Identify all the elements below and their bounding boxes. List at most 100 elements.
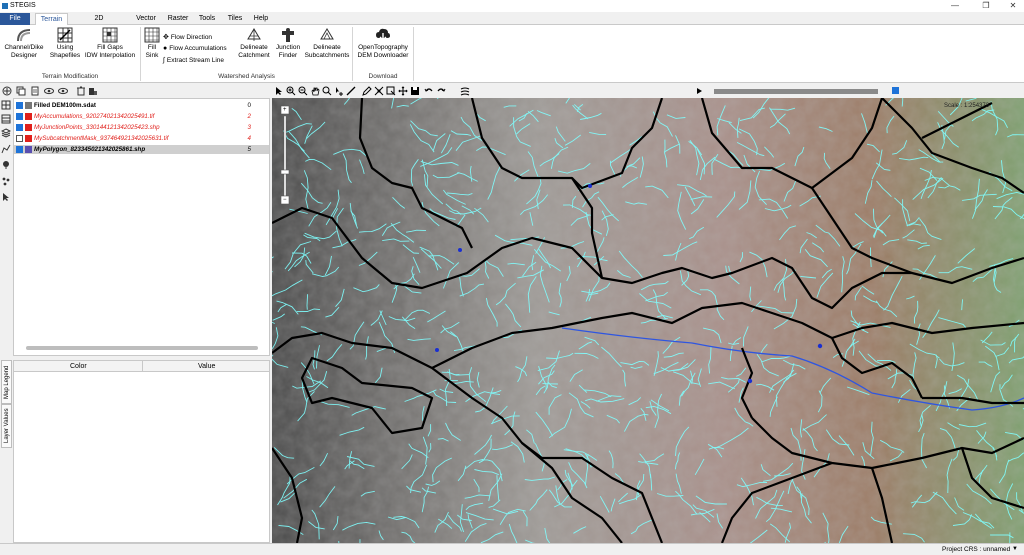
copy-icon[interactable] — [16, 86, 26, 96]
play-icon[interactable] — [694, 86, 704, 96]
layer-values-tab[interactable]: Layer Values — [1, 404, 12, 448]
channel-dike-label-2: Designer — [10, 51, 37, 59]
layer-row[interactable]: MyPolygon_823345021342025861.shp 5 — [14, 145, 269, 154]
tab-help[interactable]: Help — [251, 13, 271, 25]
select-arrow-icon[interactable] — [274, 86, 284, 96]
delineate-catchment-button[interactable]: Delineate Catchment — [237, 27, 271, 59]
layer-visibility-checkbox[interactable] — [16, 102, 23, 109]
zoom-extent-icon[interactable] — [322, 86, 332, 96]
opentopography-label-1: OpenTopography — [358, 44, 408, 51]
maximize-button[interactable]: ❐ — [975, 0, 997, 12]
add-point-icon[interactable] — [334, 86, 344, 96]
delineate-catchment-label-1: Delineate — [240, 44, 268, 51]
crs-dropdown-icon[interactable]: ▼ — [1012, 546, 1018, 552]
tab-vector[interactable]: Vector — [133, 13, 159, 25]
zoom-out-button-glyph[interactable]: − — [283, 197, 287, 203]
draw-line-icon[interactable] — [346, 86, 356, 96]
table-icon[interactable] — [1, 114, 11, 124]
layer-stack-icon[interactable] — [1, 128, 11, 138]
layer-properties-icon[interactable] — [88, 86, 98, 96]
layer-visibility-checkbox[interactable] — [16, 146, 23, 153]
undo-icon[interactable] — [424, 86, 434, 96]
layer-visibility-checkbox[interactable] — [16, 113, 23, 120]
delete-icon[interactable] — [76, 86, 86, 96]
move-icon[interactable] — [398, 86, 408, 96]
edit-pencil-icon[interactable] — [362, 86, 372, 96]
pin-icon[interactable] — [1, 160, 11, 170]
layer-row[interactable]: MyAccumulations_920274021342025491.tif 2 — [14, 112, 269, 121]
redo-icon[interactable] — [436, 86, 446, 96]
add-layer-icon[interactable] — [2, 86, 12, 96]
channel-dike-designer-button[interactable]: Channel/Dike Designer — [3, 27, 45, 59]
layer-name: Filled DEM100m.sdat — [34, 102, 96, 109]
layer-toolbar — [0, 84, 270, 98]
flow-direction-icon: ✥ — [163, 34, 169, 41]
duplicate-icon[interactable] — [30, 86, 40, 96]
layers-grid-icon[interactable] — [1, 100, 11, 110]
flow-direction-label: Flow Direction — [170, 33, 213, 41]
tab-tools[interactable]: Tools — [196, 13, 218, 25]
eye-hide-icon[interactable] — [58, 86, 68, 96]
points-icon[interactable] — [1, 176, 11, 186]
flow-direction-button[interactable]: ✥ Flow Direction — [163, 33, 213, 42]
layer-type-icon — [25, 135, 32, 142]
project-crs-status[interactable]: Project CRS : unnamed — [942, 546, 1010, 553]
animation-checkbox[interactable] — [892, 87, 899, 94]
junction-finder-button[interactable]: Junction Finder — [272, 27, 304, 59]
zoom-in-icon[interactable] — [286, 86, 296, 96]
layer-visibility-checkbox[interactable] — [16, 124, 23, 131]
tab-tiles[interactable]: Tiles — [225, 13, 245, 25]
map-svg — [272, 98, 1024, 543]
layer-index: 2 — [247, 113, 251, 120]
layer-panel-scrollbar[interactable] — [26, 346, 258, 350]
zoom-in-button-glyph[interactable]: + — [283, 107, 287, 113]
using-shapefiles-button[interactable]: Using Shapefiles — [48, 27, 82, 59]
node-select-icon[interactable] — [386, 86, 396, 96]
flow-lines-icon[interactable] — [460, 86, 470, 96]
graph-icon[interactable] — [1, 144, 11, 154]
status-bar: Project CRS : unnamed ▼ — [0, 543, 1024, 555]
legend-value-header: Value — [198, 363, 216, 370]
eye-show-icon[interactable] — [44, 86, 54, 96]
channel-icon — [17, 29, 31, 42]
channel-dike-label-1: Channel/Dike — [4, 44, 44, 51]
stream-segment — [306, 294, 309, 310]
map-legend-tab[interactable]: Map Legend — [1, 360, 12, 404]
animation-slider-track[interactable] — [714, 89, 878, 94]
fill-sink-icon — [144, 27, 160, 43]
scale-readout: Scale : 1:254373 — [944, 103, 990, 109]
junction-finder-label-1: Junction — [275, 44, 301, 51]
subcatchment-icon — [320, 28, 334, 40]
opentopography-dem-downloader-button[interactable]: OpenTopography DEM Downloader — [355, 27, 411, 59]
tab-2d-computations[interactable]: 2D Computations — [72, 13, 126, 34]
layer-visibility-checkbox[interactable] — [16, 135, 23, 142]
ribbon: Channel/Dike Designer Using Shapefiles F… — [0, 25, 1024, 83]
tab-raster[interactable]: Raster — [165, 13, 191, 25]
layer-name: MySubcatchmentMask_937464921342025631.ti… — [34, 135, 169, 142]
save-icon[interactable] — [410, 86, 420, 96]
zoom-out-icon[interactable] — [298, 86, 308, 96]
fill-sink-button[interactable]: Fill Sink — [143, 27, 161, 59]
app-title: STEGIS — [10, 2, 36, 9]
layer-row[interactable]: Filled DEM100m.sdat 0 — [14, 101, 269, 110]
legend-column-divider — [142, 361, 143, 372]
fill-gaps-icon — [102, 27, 118, 43]
pointer-tool-icon[interactable] — [1, 192, 11, 202]
vertex-edit-icon[interactable] — [374, 86, 384, 96]
fill-gaps-idw-button[interactable]: Fill Gaps IDW Interpolation — [84, 27, 136, 59]
pan-hand-icon[interactable] — [310, 86, 320, 96]
layer-row[interactable]: MyJunctionPoints_330144121342025423.shp 3 — [14, 123, 269, 132]
file-menu[interactable]: File — [0, 13, 30, 25]
flow-accumulation-icon: ● — [163, 45, 168, 52]
flow-accumulations-label: Flow Accumulations — [169, 45, 227, 52]
flow-accumulations-button[interactable]: ● Flow Accumulations — [163, 45, 227, 52]
using-shapefiles-label-1: Using — [56, 44, 74, 51]
stream-line-icon: ∫ — [163, 57, 165, 64]
delineate-subcatchments-button[interactable]: Delineate Subcatchments — [304, 27, 350, 59]
extract-stream-line-button[interactable]: ∫ Extract Stream Line — [163, 57, 224, 64]
map-canvas[interactable]: + − Scale : 1:254373 — [272, 98, 1024, 543]
fill-sink-label-1: Fill — [147, 44, 157, 51]
minimize-button[interactable]: — — [944, 0, 966, 12]
layer-row[interactable]: MySubcatchmentMask_937464921342025631.ti… — [14, 134, 269, 143]
close-button[interactable]: ✕ — [1002, 0, 1024, 12]
